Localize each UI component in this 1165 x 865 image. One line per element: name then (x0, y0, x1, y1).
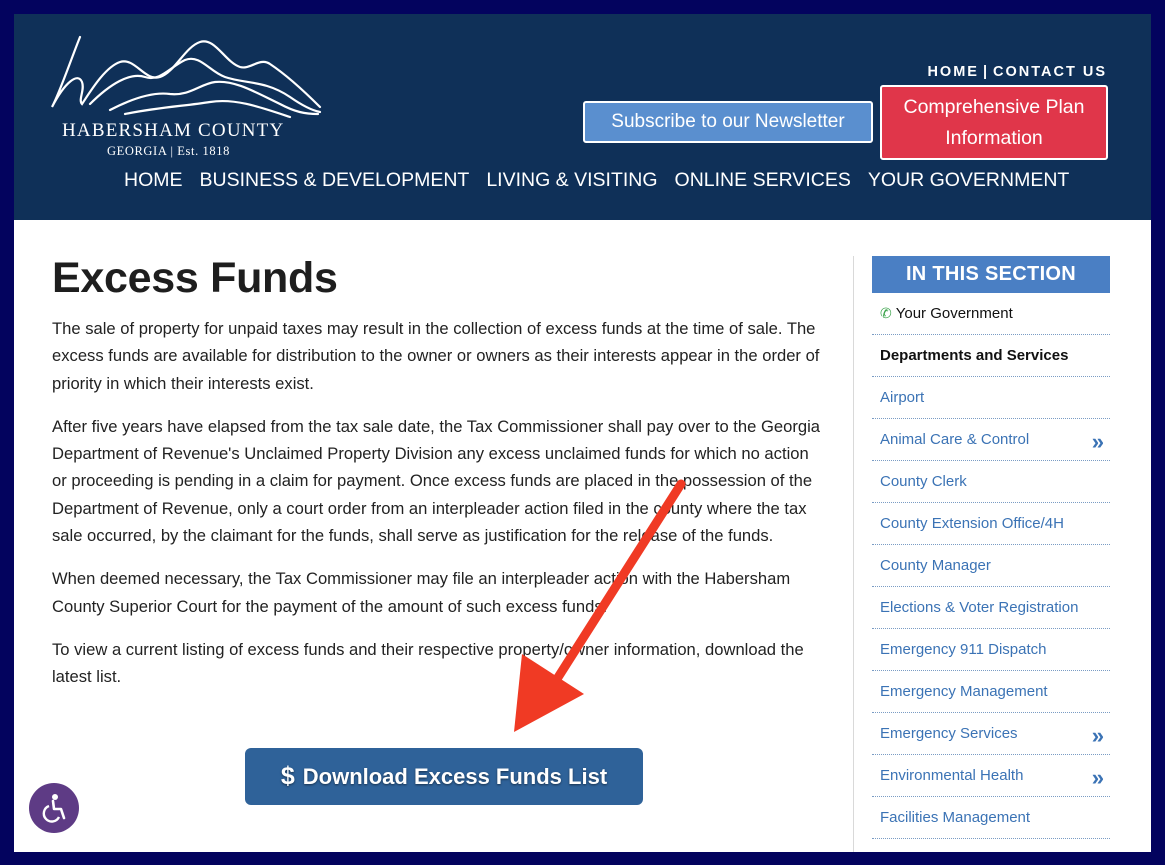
logo-county-name: HABERSHAM COUNTY (62, 120, 285, 141)
paragraph-3: When deemed necessary, the Tax Commissio… (52, 569, 791, 616)
main-nav: HOME BUSINESS & DEVELOPMENT LIVING & VIS… (124, 169, 1086, 192)
page-frame: HABERSHAM COUNTY GEORGIA | Est. 1818 HOM… (14, 14, 1151, 852)
sidebar-divider (853, 256, 854, 852)
newsletter-button[interactable]: Subscribe to our Newsletter (583, 101, 873, 143)
sidebar-item-animal-care-control[interactable]: Animal Care & Control » (872, 419, 1110, 461)
sidebar-item-label: Emergency Management (880, 683, 1048, 700)
download-button-label: Download Excess Funds List (302, 763, 608, 789)
sidebar-item-elections-voter-registration[interactable]: Elections & Voter Registration (872, 587, 1110, 629)
sidebar-item-label: Animal Care & Control (880, 431, 1030, 448)
expand-chevron-icon[interactable]: » (1092, 723, 1104, 749)
sidebar-current-departments[interactable]: Departments and Services (872, 335, 1110, 377)
main-content: Excess Funds The sale of property for un… (52, 254, 824, 691)
expand-chevron-icon[interactable]: » (1092, 429, 1104, 455)
sidebar-list: Airport Animal Care & Control » County Cler… (872, 377, 1110, 839)
logo-subtitle: GEORGIA | Est. 1818 (107, 144, 230, 158)
nav-online-services[interactable]: ONLINE SERVICES (675, 169, 851, 192)
util-home-link[interactable]: HOME (927, 64, 979, 80)
sidebar-item-label: County Extension Office/4H (880, 515, 1064, 532)
site-header: HABERSHAM COUNTY GEORGIA | Est. 1818 HOM… (14, 14, 1151, 220)
plan-button-line2: Information (945, 127, 1043, 149)
sidebar-item-county-extension-office-4h[interactable]: County Extension Office/4H (872, 503, 1110, 545)
sidebar-item-emergency-management[interactable]: Emergency Management (872, 671, 1110, 713)
sidebar-item-label: County Manager (880, 557, 991, 574)
sidebar-item-label: Airport (880, 389, 925, 406)
sidebar-item-label: Emergency 911 Dispatch (880, 641, 1047, 658)
nav-business-development[interactable]: BUSINESS & DEVELOPMENT (200, 169, 470, 192)
nav-living-visiting[interactable]: LIVING & VISITING (486, 169, 657, 192)
download-excess-funds-button[interactable]: $ Download Excess Funds List (245, 748, 643, 805)
sidebar-item-county-manager[interactable]: County Manager (872, 545, 1110, 587)
sidebar-item-label: Emergency Services (880, 725, 1018, 742)
sidebar-heading: IN THIS SECTION (872, 256, 1110, 293)
sidebar-item-emergency-911-dispatch[interactable]: Emergency 911 Dispatch (872, 629, 1110, 671)
sidebar-item-label: County Clerk (880, 473, 967, 490)
paragraph-4: To view a current listing of excess fund… (52, 639, 804, 687)
paragraph-1: The sale of property for unpaid taxes ma… (52, 319, 820, 393)
nav-home[interactable]: HOME (124, 169, 183, 192)
util-separator: | (982, 64, 990, 80)
sidebar-item-label: Elections & Voter Registration (880, 599, 1079, 616)
sidebar-parent-label: Your Government (895, 305, 1013, 322)
util-contact-link[interactable]: CONTACT US (993, 64, 1107, 80)
sidebar-item-county-clerk[interactable]: County Clerk (872, 461, 1110, 503)
sidebar-item-environmental-health[interactable]: Environmental Health » (872, 755, 1110, 797)
section-sidebar: IN THIS SECTION ✆ Your Government Depart… (872, 256, 1110, 839)
sidebar-item-airport[interactable]: Airport (872, 377, 1110, 419)
plan-button-line1: Comprehensive Plan (903, 96, 1085, 118)
accessibility-icon[interactable] (29, 783, 79, 833)
expand-chevron-icon[interactable]: » (1092, 765, 1104, 791)
sidebar-item-emergency-services[interactable]: Emergency Services » (872, 713, 1110, 755)
page-title: Excess Funds (52, 254, 338, 302)
nav-your-government[interactable]: YOUR GOVERNMENT (868, 169, 1070, 192)
phone-icon: ✆ (880, 305, 892, 321)
dollar-icon: $ (280, 762, 295, 790)
comprehensive-plan-button[interactable]: Comprehensive Plan Information (880, 85, 1108, 160)
paragraph-2: After five years have elapsed from the t… (52, 416, 821, 546)
utility-links: HOME | CONTACT US (927, 64, 1107, 80)
sidebar-item-facilities-management[interactable]: Facilities Management (872, 797, 1110, 839)
sidebar-item-label: Environmental Health (880, 767, 1024, 784)
sidebar-item-label: Facilities Management (880, 809, 1031, 826)
sidebar-parent-your-government[interactable]: ✆ Your Government (872, 293, 1110, 335)
